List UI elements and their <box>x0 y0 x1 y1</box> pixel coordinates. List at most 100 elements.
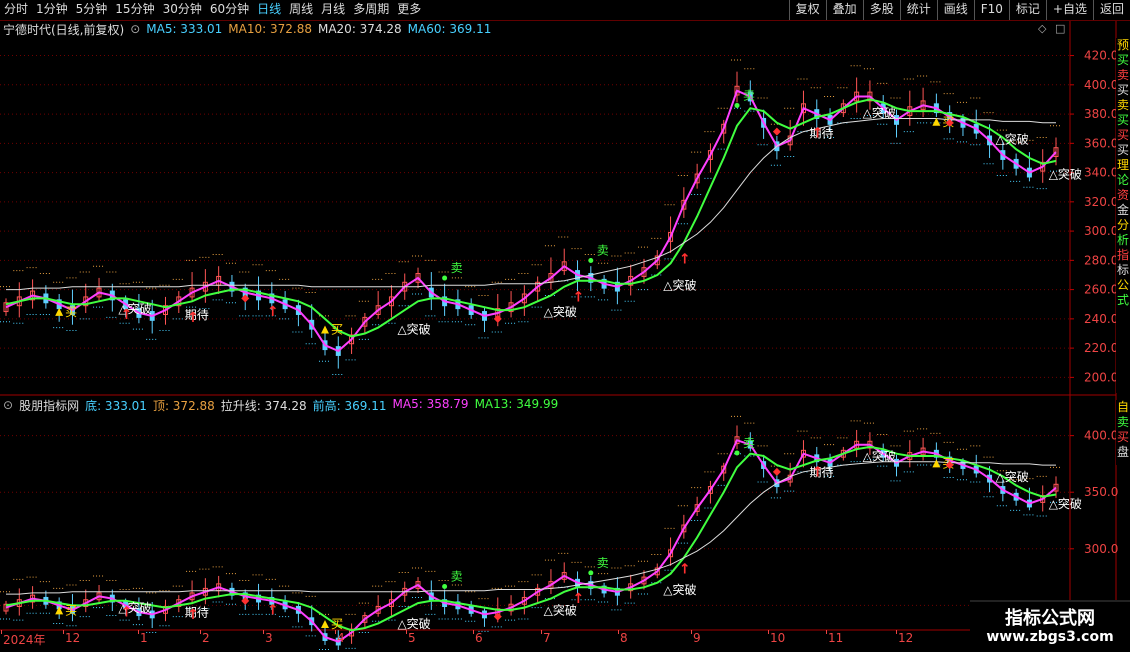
candle-body <box>1040 495 1046 503</box>
strip-char: 买 <box>1116 83 1129 97</box>
candle-body <box>455 299 461 310</box>
candle-body <box>269 596 275 605</box>
candle-body <box>947 456 953 465</box>
candle-body <box>442 296 448 307</box>
legend-item-3: MA60: 369.11 <box>407 22 492 36</box>
candle-body <box>614 281 620 292</box>
tab-period-6[interactable]: 日线 <box>253 0 285 20</box>
candle-body <box>402 281 408 292</box>
candle-body <box>428 592 434 601</box>
date-label: 10 <box>770 631 786 645</box>
y-tick-label: 360.0 <box>1084 136 1118 150</box>
legend-item-4: MA5: 358.79 <box>392 396 469 411</box>
tab-period-3[interactable]: 15分钟 <box>111 0 158 20</box>
tab-period-1[interactable]: 1分钟 <box>32 0 72 20</box>
candle-body <box>800 449 806 458</box>
signal-label: △突破 <box>544 304 577 319</box>
date-label: 12 <box>65 631 81 645</box>
series-line-拉升线 <box>6 461 1056 595</box>
tab-period-2[interactable]: 5分钟 <box>72 0 112 20</box>
tool-button-7[interactable]: +自选 <box>1045 0 1093 20</box>
tool-button-6[interactable]: 标记 <box>1008 0 1046 20</box>
ma-legend: MA5: 333.01 MA10: 372.88 MA20: 374.28 MA60:… <box>146 22 497 36</box>
signal-label: △突破 <box>397 616 430 631</box>
candle-body <box>654 567 660 576</box>
legend-item-2: 拉升线: 374.28 <box>220 398 307 413</box>
tool-button-2[interactable]: 多股 <box>862 0 900 20</box>
date-label: 12 <box>898 631 914 645</box>
candle-body <box>761 461 767 469</box>
candle-body <box>16 296 22 307</box>
collapse-circle-icon[interactable]: ⊙ <box>3 398 13 412</box>
tab-period-5[interactable]: 60分钟 <box>206 0 253 20</box>
diamond-marker <box>945 118 954 127</box>
candle-body <box>641 267 647 277</box>
signal-label: 卖 <box>451 569 463 583</box>
candle-body <box>96 592 102 601</box>
tab-period-7[interactable]: 周线 <box>285 0 317 20</box>
legend-item-5: MA13: 349.99 <box>474 396 559 411</box>
tool-button-5[interactable]: F10 <box>973 0 1009 20</box>
candle-body <box>1026 167 1032 178</box>
candle-body <box>216 583 222 592</box>
tool-button-1[interactable]: 叠加 <box>825 0 863 20</box>
candle-body <box>867 440 873 449</box>
date-label: 8 <box>620 631 628 645</box>
tool-button-0[interactable]: 复权 <box>788 0 826 20</box>
candle-body <box>162 305 168 315</box>
strip-char: 买 <box>1116 430 1129 444</box>
signal-label: 期待 <box>185 308 209 322</box>
candle-body <box>920 100 926 111</box>
sell-dot <box>588 257 594 263</box>
indicator-title: 股朋指标网 <box>19 398 80 413</box>
series-line-MA5 <box>5 438 1057 643</box>
candle-body <box>242 592 248 601</box>
buy-marker <box>320 325 329 334</box>
date-tick <box>63 630 64 634</box>
tool-button-4[interactable]: 画线 <box>936 0 974 20</box>
watermark-badge: 指标公式网 www.zbgs3.com <box>970 600 1130 652</box>
strip-char: 卖 <box>1116 415 1129 429</box>
candle-body <box>229 281 235 292</box>
candle-body <box>947 112 953 122</box>
candle-body <box>123 299 129 310</box>
up-arrow-icon: ↑ <box>187 310 199 326</box>
candle-body <box>521 293 527 304</box>
settings-circle-icon[interactable]: ⊙ <box>130 22 140 36</box>
candle-body <box>508 603 514 612</box>
diamond-marker <box>772 467 781 476</box>
strip-char: 资 <box>1116 188 1129 202</box>
tool-button-8[interactable]: 返回 <box>1092 0 1130 20</box>
candle-body <box>628 275 634 286</box>
tab-period-9[interactable]: 多周期 <box>349 0 393 20</box>
candle-body <box>787 474 793 483</box>
date-tick <box>896 630 897 634</box>
maximize-icon[interactable]: □ <box>1055 22 1065 35</box>
tool-button-3[interactable]: 统计 <box>899 0 937 20</box>
legend-item-1: MA10: 372.88 <box>228 22 312 36</box>
candle-body <box>880 103 886 114</box>
candle-body <box>468 606 474 614</box>
indicator-panel-header: ⊙ 股朋指标网 底: 333.01 顶: 372.88 拉升线: 374.28 前高:… <box>0 397 570 413</box>
tab-period-10[interactable]: 更多 <box>393 0 425 20</box>
signal-label: 期待 <box>809 465 833 479</box>
signal-label: △突破 <box>118 301 151 316</box>
tool-buttons: 复权 叠加 多股 统计 画线 F10 标记 +自选 返回 <box>788 0 1130 20</box>
candle-body <box>681 524 687 533</box>
buy-marker <box>55 307 64 316</box>
expand-icon[interactable]: ◇ <box>1038 22 1046 35</box>
signal-label: △突破 <box>863 105 896 120</box>
kline-chart[interactable]: 420.0 400.0 380.0 360.0 340.0 320.0 300.0 280.0… <box>0 0 1130 650</box>
legend-item-0: MA5: 333.01 <box>146 22 223 36</box>
tab-period-4[interactable]: 30分钟 <box>159 0 206 20</box>
tab-period-0[interactable]: 分时 <box>0 0 32 20</box>
candle-body <box>1000 150 1006 160</box>
tab-period-8[interactable]: 月线 <box>317 0 349 20</box>
candle-body <box>149 311 155 321</box>
signal-label: △突破 <box>996 469 1029 484</box>
y-tick-label: 300.0 <box>1084 542 1118 556</box>
diamond-marker <box>241 294 250 303</box>
candle-body <box>428 287 434 298</box>
candle-body <box>3 302 9 313</box>
date-label: 5 <box>408 631 416 645</box>
